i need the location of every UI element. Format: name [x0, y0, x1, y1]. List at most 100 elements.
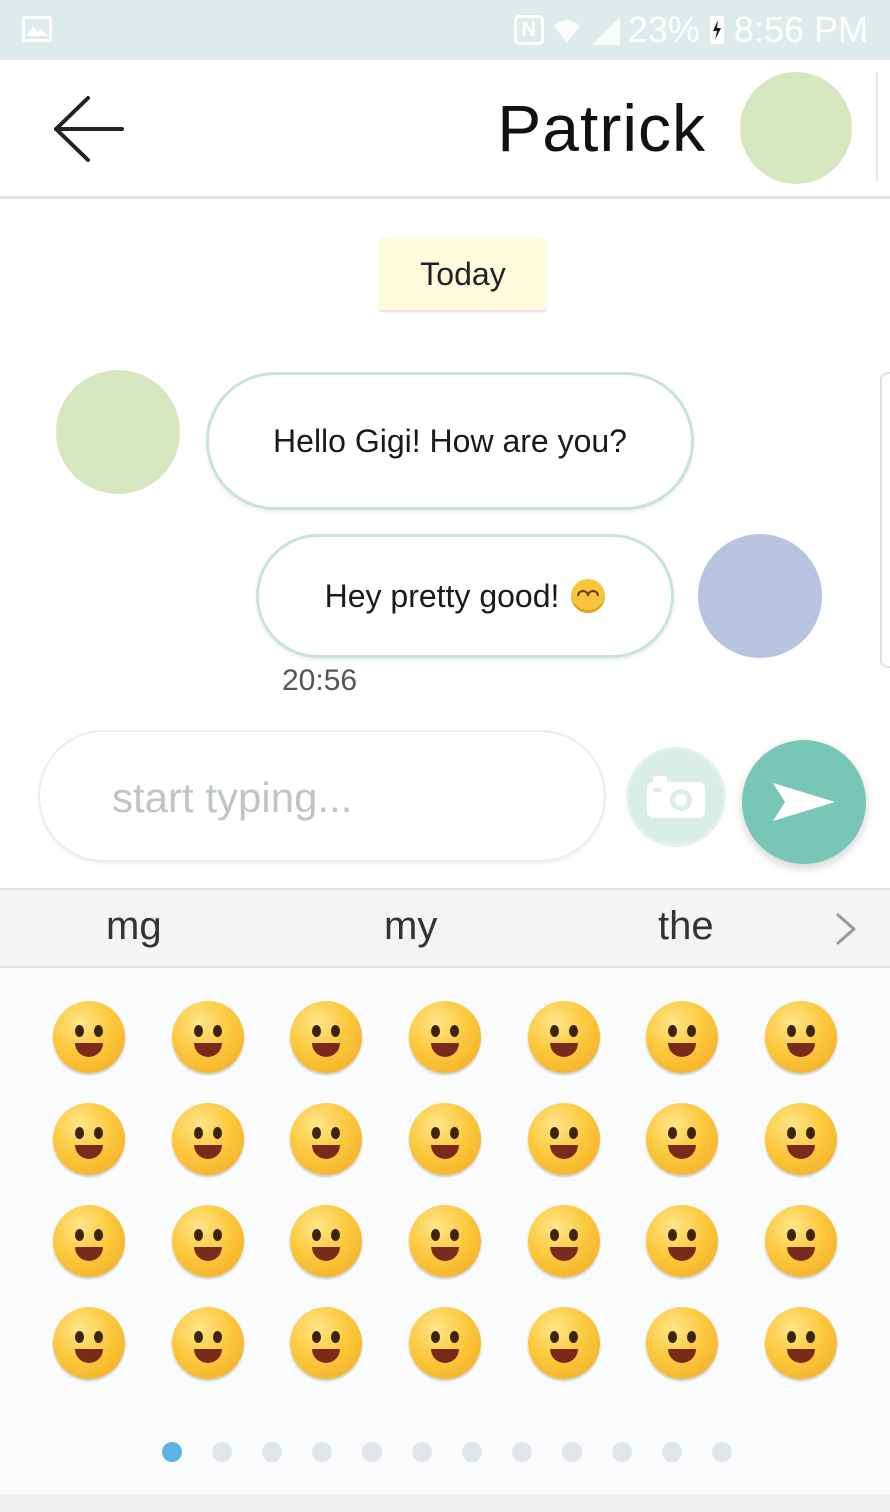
emoji-keyboard — [0, 968, 890, 1512]
emoji-key[interactable] — [149, 1292, 267, 1394]
emoji-key[interactable] — [505, 1190, 623, 1292]
emoji-key[interactable] — [149, 1088, 267, 1190]
send-button[interactable] — [742, 740, 866, 864]
slightly-smiling-icon — [408, 1205, 481, 1277]
emoji-key[interactable] — [149, 1190, 267, 1292]
squinting-laughing-icon — [53, 1103, 125, 1175]
send-icon — [773, 783, 835, 821]
nfc-icon: N — [513, 15, 544, 45]
face-with-rolling-eyes-icon — [408, 1307, 481, 1379]
emoji-key[interactable] — [30, 1292, 148, 1394]
smiling-eyes-icon — [290, 1103, 363, 1175]
message-input-container[interactable] — [38, 730, 606, 862]
grinning-sweat-icon — [764, 1001, 837, 1073]
smiling-sunglasses-icon — [527, 1103, 600, 1175]
battery-percent: 23% — [627, 9, 700, 50]
page-dot[interactable] — [412, 1442, 432, 1462]
message-timestamp: 20:56 — [282, 664, 358, 697]
emoji-key[interactable] — [623, 1088, 741, 1190]
emoji-key[interactable] — [623, 1190, 741, 1292]
suggestion-item[interactable]: the — [658, 904, 714, 949]
emoji-key[interactable] — [386, 1088, 504, 1190]
message-input[interactable] — [110, 762, 574, 834]
thinking-face-icon — [764, 1205, 837, 1277]
emoji-key[interactable] — [742, 1088, 860, 1190]
emoji-key[interactable] — [30, 1190, 148, 1292]
camera-button[interactable] — [626, 747, 726, 847]
smiling-face-icon — [527, 1205, 600, 1277]
emoji-key[interactable] — [623, 986, 741, 1088]
smiling-open-mouth-icon — [646, 1001, 719, 1073]
suggestion-item[interactable]: my — [384, 904, 437, 949]
emoji-row — [30, 1292, 860, 1394]
signal-icon — [591, 17, 620, 45]
emoji-key[interactable] — [30, 986, 148, 1088]
avatar-outgoing — [698, 534, 822, 658]
page-dot[interactable] — [662, 1442, 682, 1462]
page-dot[interactable] — [312, 1442, 332, 1462]
page-dot[interactable] — [212, 1442, 232, 1462]
emoji-page-indicator — [162, 1442, 732, 1462]
rolling-laughing-icon — [408, 1001, 481, 1073]
wifi-icon — [553, 20, 580, 42]
emoji-key[interactable] — [742, 1190, 860, 1292]
blowing-kiss-icon — [764, 1103, 837, 1175]
contact-name: Patrick — [497, 91, 706, 165]
camera-icon — [647, 776, 705, 818]
emoji-key[interactable] — [267, 1292, 385, 1394]
page-dot[interactable] — [562, 1442, 582, 1462]
relieved-face-icon — [527, 1307, 600, 1379]
emoji-key[interactable] — [267, 1190, 385, 1292]
page-dot[interactable] — [612, 1442, 632, 1462]
hushed-face-icon — [290, 1307, 363, 1379]
chevron-right-icon[interactable] — [830, 912, 860, 946]
emoji-key[interactable] — [267, 1088, 385, 1190]
persevering-face-icon — [646, 1307, 719, 1379]
emoji-key[interactable] — [386, 1292, 504, 1394]
chat-header: Patrick — [0, 60, 890, 199]
status-bar: N 23% 8:56 PM — [0, 0, 890, 60]
avatar-incoming — [56, 370, 180, 494]
emoji-row — [30, 986, 860, 1088]
contact-avatar[interactable] — [740, 72, 852, 184]
page-dot[interactable] — [262, 1442, 282, 1462]
kissing-heart-closed-icon — [53, 1205, 125, 1277]
emoji-key[interactable] — [505, 1088, 623, 1190]
date-chip: Today — [380, 238, 546, 310]
emoji-key[interactable] — [623, 1292, 741, 1394]
heart-eyes-icon — [646, 1103, 719, 1175]
emoji-key[interactable] — [742, 1292, 860, 1394]
message-bubble-incoming[interactable]: Hello Gigi! How are you? — [206, 372, 694, 510]
message-bubble-outgoing[interactable]: Hey pretty good! — [256, 534, 674, 658]
emoji-key[interactable] — [30, 1088, 148, 1190]
suggestion-item[interactable]: mg — [106, 904, 162, 949]
neutral-face-icon — [53, 1307, 125, 1379]
status-indicators: N 23% 8:56 PM — [513, 8, 868, 52]
kissing-heart-icon — [171, 1205, 244, 1277]
side-handle[interactable] — [880, 372, 890, 668]
grinning-face-icon — [53, 1001, 125, 1073]
emoji-row — [30, 1190, 860, 1292]
message-text: Hello Gigi! How are you? — [273, 422, 627, 459]
smiling-face-icon — [571, 579, 606, 613]
emoji-key[interactable] — [505, 1292, 623, 1394]
emoji-key[interactable] — [386, 986, 504, 1088]
emoji-key[interactable] — [267, 986, 385, 1088]
emoji-key[interactable] — [742, 986, 860, 1088]
bottom-bar — [0, 1494, 890, 1512]
message-text: Hey pretty good! — [324, 577, 560, 614]
face-exhaling-icon — [764, 1307, 837, 1379]
emoji-row — [30, 1088, 860, 1190]
page-dot[interactable] — [462, 1442, 482, 1462]
kissing-closed-eyes-icon — [290, 1205, 363, 1277]
hugging-face-icon — [646, 1205, 719, 1277]
emoji-key[interactable] — [149, 986, 267, 1088]
page-dot[interactable] — [162, 1442, 182, 1462]
page-dot[interactable] — [512, 1442, 532, 1462]
emoji-key[interactable] — [505, 986, 623, 1088]
back-button[interactable] — [50, 94, 130, 164]
emoji-key[interactable] — [386, 1190, 504, 1292]
page-dot[interactable] — [712, 1442, 732, 1462]
page-dot[interactable] — [362, 1442, 382, 1462]
gallery-icon — [22, 16, 52, 42]
